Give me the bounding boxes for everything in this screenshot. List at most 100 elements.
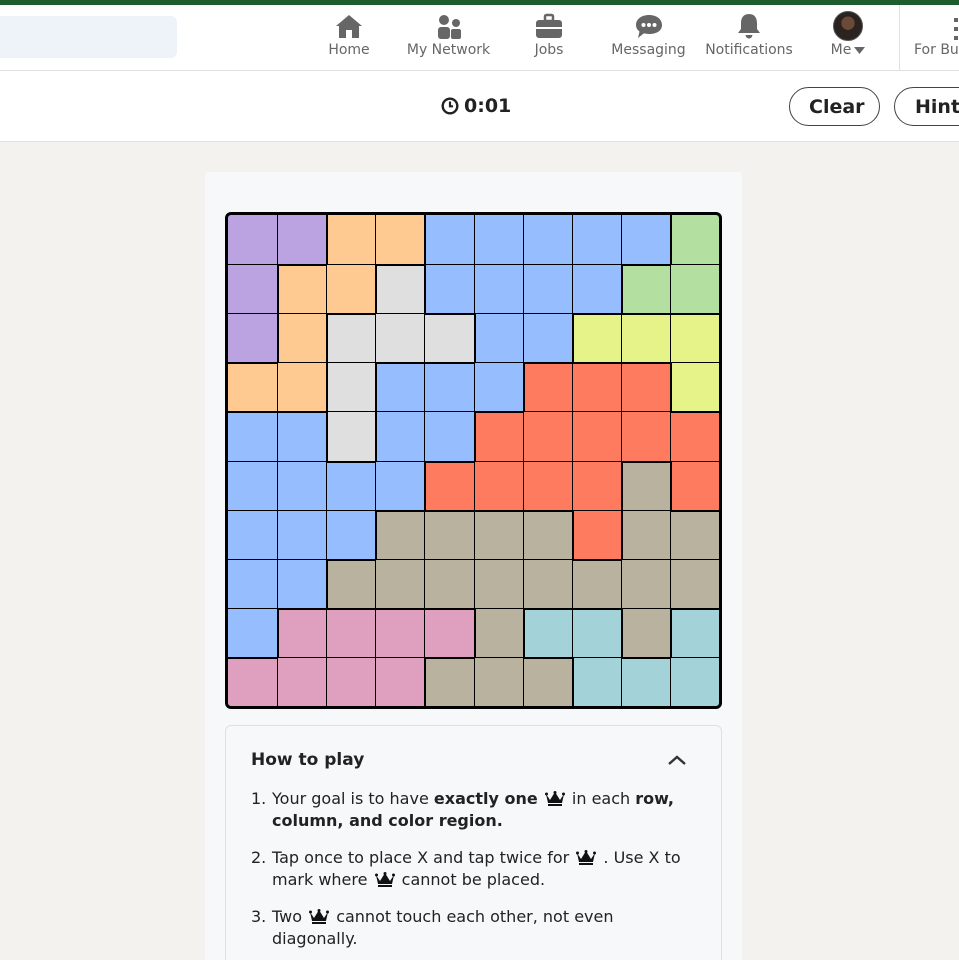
board-cell[interactable]	[228, 510, 277, 559]
nav-notifications[interactable]: Notifications	[703, 12, 795, 64]
board-cell[interactable]	[572, 657, 621, 706]
board-cell[interactable]	[375, 608, 424, 657]
board-cell[interactable]	[326, 559, 375, 608]
board-cell[interactable]	[621, 313, 670, 362]
board-cell[interactable]	[277, 559, 326, 608]
board-cell[interactable]	[424, 313, 474, 362]
board-cell[interactable]	[277, 461, 326, 510]
board-cell[interactable]	[375, 559, 424, 608]
board-cell[interactable]	[523, 461, 572, 510]
board-cell[interactable]	[277, 510, 326, 559]
board-cell[interactable]	[326, 313, 375, 362]
board-cell[interactable]	[474, 264, 523, 313]
board-cell[interactable]	[326, 411, 375, 461]
board-cell[interactable]	[572, 215, 621, 264]
board-cell[interactable]	[474, 313, 523, 362]
board-cell[interactable]	[326, 608, 375, 657]
board-cell[interactable]	[277, 411, 326, 461]
board-cell[interactable]	[670, 362, 719, 411]
board-cell[interactable]	[375, 215, 424, 264]
board-cell[interactable]	[326, 510, 375, 559]
board-cell[interactable]	[424, 510, 474, 559]
board-cell[interactable]	[375, 411, 424, 461]
board-cell[interactable]	[424, 362, 474, 411]
board-cell[interactable]	[474, 559, 523, 608]
board-cell[interactable]	[375, 362, 424, 411]
board-cell[interactable]	[277, 657, 326, 706]
nav-home[interactable]: Home	[327, 12, 371, 64]
board-cell[interactable]	[424, 461, 474, 510]
board-cell[interactable]	[228, 313, 277, 362]
board-cell[interactable]	[621, 362, 670, 411]
board-cell[interactable]	[375, 657, 424, 706]
board-cell[interactable]	[277, 264, 326, 313]
board-cell[interactable]	[523, 510, 572, 559]
board-cell[interactable]	[326, 461, 375, 510]
board-cell[interactable]	[228, 411, 277, 461]
board-cell[interactable]	[523, 313, 572, 362]
nav-jobs[interactable]: Jobs	[530, 12, 568, 64]
board-cell[interactable]	[474, 362, 523, 411]
board-cell[interactable]	[228, 559, 277, 608]
board-cell[interactable]	[474, 510, 523, 559]
board-cell[interactable]	[523, 264, 572, 313]
board-cell[interactable]	[277, 362, 326, 411]
board-cell[interactable]	[474, 411, 523, 461]
board-cell[interactable]	[621, 608, 670, 657]
board-cell[interactable]	[621, 215, 670, 264]
board-cell[interactable]	[572, 411, 621, 461]
board-cell[interactable]	[424, 215, 474, 264]
nav-messaging[interactable]: Messaging	[611, 12, 686, 64]
board-cell[interactable]	[228, 362, 277, 411]
board-cell[interactable]	[228, 215, 277, 264]
board-cell[interactable]	[474, 461, 523, 510]
board-cell[interactable]	[424, 559, 474, 608]
board-cell[interactable]	[572, 608, 621, 657]
board-cell[interactable]	[474, 657, 523, 706]
clear-button[interactable]: Clear	[789, 87, 880, 126]
board-cell[interactable]	[326, 215, 375, 264]
board-cell[interactable]	[670, 608, 719, 657]
board-cell[interactable]	[523, 362, 572, 411]
board-cell[interactable]	[375, 461, 424, 510]
board-cell[interactable]	[424, 264, 474, 313]
board-cell[interactable]	[523, 411, 572, 461]
board-cell[interactable]	[621, 461, 670, 510]
board-cell[interactable]	[670, 657, 719, 706]
board-cell[interactable]	[375, 264, 424, 313]
nav-for-business[interactable]: For Bu	[914, 12, 959, 64]
nav-my-network[interactable]: My Network	[405, 12, 492, 64]
board-cell[interactable]	[277, 215, 326, 264]
board-cell[interactable]	[375, 510, 424, 559]
board-cell[interactable]	[228, 608, 277, 657]
board-cell[interactable]	[572, 510, 621, 559]
board-cell[interactable]	[621, 657, 670, 706]
board-cell[interactable]	[670, 264, 719, 313]
board-cell[interactable]	[621, 411, 670, 461]
board-cell[interactable]	[670, 313, 719, 362]
board-cell[interactable]	[228, 461, 277, 510]
board-cell[interactable]	[228, 657, 277, 706]
hint-button[interactable]: Hint	[894, 87, 959, 126]
chevron-up-icon[interactable]	[666, 752, 688, 768]
board-cell[interactable]	[424, 608, 474, 657]
board-cell[interactable]	[424, 411, 474, 461]
board-cell[interactable]	[572, 362, 621, 411]
board-cell[interactable]	[572, 264, 621, 313]
board-cell[interactable]	[523, 215, 572, 264]
search-input[interactable]	[0, 16, 177, 58]
board-cell[interactable]	[474, 608, 523, 657]
board-cell[interactable]	[326, 657, 375, 706]
board-cell[interactable]	[375, 313, 424, 362]
board-cell[interactable]	[572, 559, 621, 608]
board-cell[interactable]	[523, 608, 572, 657]
board-cell[interactable]	[621, 510, 670, 559]
board-cell[interactable]	[523, 559, 572, 608]
board-cell[interactable]	[326, 264, 375, 313]
board-cell[interactable]	[326, 362, 375, 411]
board-cell[interactable]	[670, 215, 719, 264]
board-cell[interactable]	[670, 461, 719, 510]
board-cell[interactable]	[670, 510, 719, 559]
board-cell[interactable]	[474, 215, 523, 264]
board-cell[interactable]	[621, 559, 670, 608]
